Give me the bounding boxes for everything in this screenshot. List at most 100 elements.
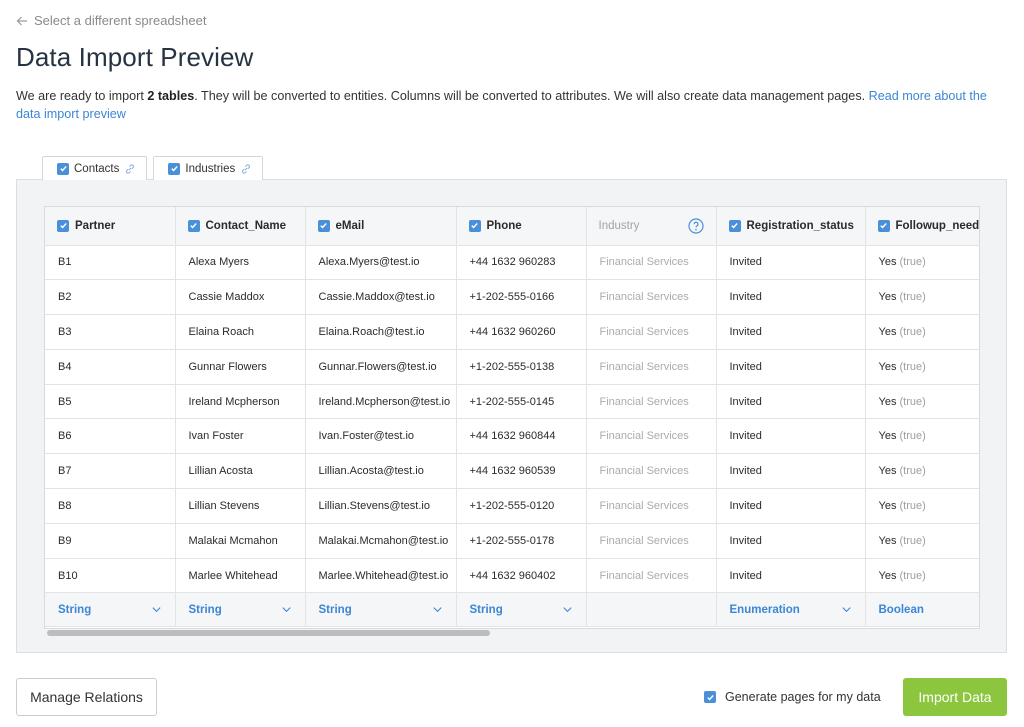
boolean-value: Yes (878, 395, 897, 408)
column-header-phone: Phone (456, 207, 587, 246)
table-row: B4 Gunnar Flowers Gunnar.Flowers@test.io +1… (45, 349, 979, 385)
intro-text: We are ready to import 2 tables. They wi… (16, 87, 1006, 123)
type-select-contact-name[interactable]: String (175, 592, 306, 628)
cell-registration-status: Invited (716, 349, 866, 385)
column-checkbox[interactable] (187, 219, 200, 232)
column-label: Partner (75, 219, 116, 232)
table-row: B1 Alexa Myers Alexa.Myers@test.io +44 1632… (45, 245, 979, 281)
boolean-raw: (true) (899, 360, 926, 373)
type-label: Boolean (878, 603, 924, 616)
cell-email: Marlee.Whitehead@test.io (305, 558, 457, 594)
back-link-label: Select a different spreadsheet (34, 13, 207, 28)
manage-relations-button[interactable]: Manage Relations (16, 678, 157, 716)
table-body: B1 Alexa Myers Alexa.Myers@test.io +44 1632… (45, 245, 979, 594)
cell-email: Cassie.Maddox@test.io (305, 279, 457, 316)
cell-industry: Financial Services (586, 314, 717, 350)
checkmark-icon (59, 223, 67, 229)
cell-phone: +1-202-555-0145 (456, 384, 587, 420)
cell-followup-needed: Yes (true) (865, 245, 979, 281)
boolean-value: Yes (878, 430, 897, 443)
cell-contact-name: Gunnar Flowers (175, 349, 306, 385)
cell-industry: Financial Services (586, 279, 717, 316)
back-link[interactable]: Select a different spreadsheet (16, 13, 207, 28)
preview-panel: Partner Contact_Name eMail Phone Industr… (16, 179, 1007, 653)
type-select-registration-status[interactable]: Enumeration (716, 592, 866, 628)
table-row: B5 Ireland Mcpherson Ireland.Mcpherson@tes… (45, 384, 979, 420)
type-select-followup-needed[interactable]: Boolean (865, 592, 979, 628)
cell-registration-status: Invited (716, 488, 866, 524)
help-icon[interactable] (687, 218, 704, 234)
page-title: Data Import Preview (16, 42, 254, 72)
import-data-button[interactable]: Import Data (903, 678, 1007, 716)
cell-registration-status: Invited (716, 245, 866, 281)
column-checkbox[interactable] (468, 219, 481, 232)
column-checkbox[interactable] (57, 219, 69, 232)
column-header-contact-name: Contact_Name (175, 207, 306, 246)
cell-contact-name: Lillian Stevens (175, 488, 306, 524)
table-row: B9 Malakai Mcmahon Malakai.Mcmahon@test.io… (45, 523, 979, 559)
cell-contact-name: Ireland Mcpherson (175, 384, 306, 420)
table-row: B10 Marlee Whitehead Marlee.Whitehead@test… (45, 558, 979, 594)
cell-email: Lillian.Stevens@test.io (305, 488, 457, 524)
tab-industries-checkbox[interactable] (168, 162, 181, 175)
checkmark-icon (706, 694, 714, 701)
cell-contact-name: Alexa Myers (175, 245, 306, 281)
cell-industry: Financial Services (586, 349, 717, 385)
chevron-down-icon (151, 607, 161, 613)
generate-pages-option[interactable]: Generate pages for my data (704, 690, 881, 704)
type-empty-industry (586, 592, 717, 628)
type-select-email[interactable]: String (305, 592, 457, 628)
cell-email: Gunnar.Flowers@test.io (305, 349, 457, 385)
chevron-down-icon (562, 607, 572, 613)
column-checkbox[interactable] (877, 219, 890, 232)
checkmark-icon (320, 223, 327, 229)
cell-partner: B8 (45, 488, 176, 524)
column-header-followup-needed: Followup_needed (865, 207, 979, 246)
cell-partner: B6 (45, 418, 176, 455)
column-checkbox[interactable] (728, 219, 741, 232)
boolean-value: Yes (878, 499, 897, 512)
intro-after: . They will be converted to entities. Co… (194, 89, 869, 103)
column-checkbox[interactable] (317, 219, 330, 232)
cell-email: Ireland.Mcpherson@test.io (305, 384, 457, 420)
column-label: Phone (486, 219, 522, 232)
tab-contacts-checkbox[interactable] (57, 162, 69, 175)
cell-phone: +1-202-555-0120 (456, 488, 587, 524)
cell-industry: Financial Services (586, 453, 717, 490)
table-row: B7 Lillian Acosta Lillian.Acosta@test.io +4… (45, 453, 979, 490)
cell-phone: +44 1632 960283 (456, 245, 587, 281)
column-label: Industry (598, 219, 640, 232)
tab-industries[interactable]: Industries (153, 156, 264, 180)
cell-partner: B4 (45, 349, 176, 385)
tab-contacts[interactable]: Contacts (42, 156, 148, 180)
cell-registration-status: Invited (716, 279, 866, 316)
type-select-partner[interactable]: String (45, 592, 176, 628)
boolean-raw: (true) (899, 534, 926, 547)
link-icon[interactable] (240, 163, 252, 175)
cell-contact-name: Malakai Mcmahon (175, 523, 306, 559)
cell-email: Malakai.Mcmahon@test.io (305, 523, 457, 559)
cell-email: Ivan.Foster@test.io (305, 418, 457, 455)
generate-pages-label: Generate pages for my data (725, 690, 881, 704)
tab-contacts-label: Contacts (74, 162, 120, 175)
cell-followup-needed: Yes (true) (865, 349, 979, 385)
boolean-value: Yes (878, 534, 897, 547)
cell-followup-needed: Yes (true) (865, 523, 979, 559)
cell-followup-needed: Yes (true) (865, 488, 979, 524)
cell-industry: Financial Services (586, 488, 717, 524)
boolean-value: Yes (878, 256, 897, 269)
arrow-left-icon (16, 16, 27, 25)
cell-contact-name: Ivan Foster (175, 418, 306, 455)
preview-table: Partner Contact_Name eMail Phone Industr… (45, 207, 979, 628)
intro-table-count: 2 tables (147, 89, 195, 103)
cell-phone: +44 1632 960539 (456, 453, 587, 490)
header-row: Partner Contact_Name eMail Phone Industr… (45, 207, 979, 246)
generate-pages-checkbox[interactable] (704, 691, 716, 703)
table-row: B3 Elaina Roach Elaina.Roach@test.io +44 16… (45, 314, 979, 350)
link-icon[interactable] (124, 163, 136, 175)
type-select-phone[interactable]: String (456, 592, 587, 628)
horizontal-scrollbar[interactable] (44, 629, 980, 637)
cell-followup-needed: Yes (true) (865, 314, 979, 350)
chevron-down-icon (281, 607, 291, 613)
scrollbar-thumb[interactable] (47, 630, 490, 636)
